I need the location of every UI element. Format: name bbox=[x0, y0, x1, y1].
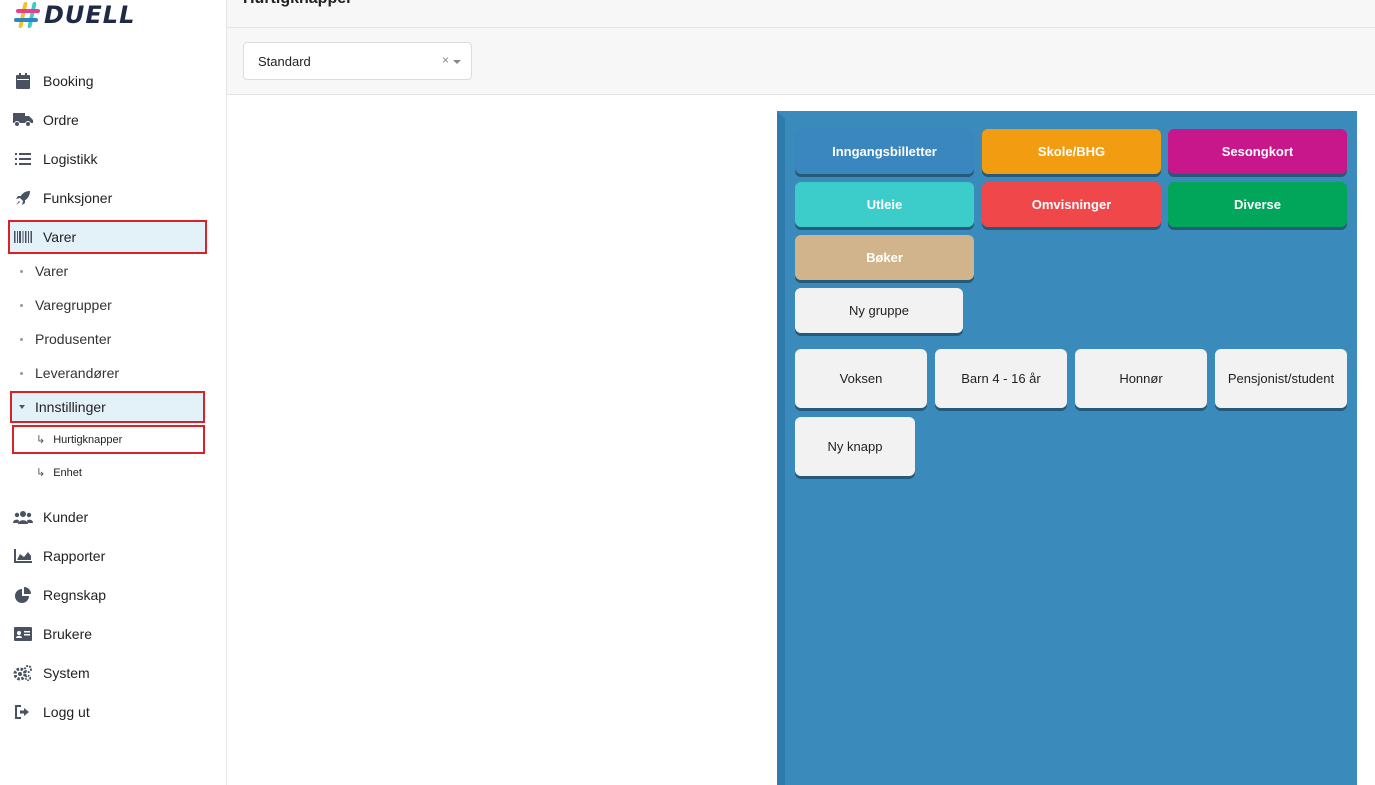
sidebar-leaf-enhet[interactable]: ↳ Enhet bbox=[12, 458, 205, 487]
group-button-utleie[interactable]: Utleie bbox=[795, 182, 974, 227]
logout-icon bbox=[13, 702, 33, 722]
sidebar-item-ordre[interactable]: Ordre bbox=[8, 103, 207, 137]
sidebar-item-label: Brukere bbox=[43, 626, 93, 642]
quick-button-barn[interactable]: Barn 4 - 16 år bbox=[935, 349, 1067, 408]
truck-icon bbox=[13, 110, 33, 130]
sidebar-item-varer[interactable]: Varer bbox=[8, 220, 207, 254]
sidebar-subitem-varer[interactable]: Varer bbox=[20, 263, 68, 279]
sidebar-item-rapporter[interactable]: Rapporter bbox=[8, 539, 207, 573]
cogs-icon bbox=[13, 663, 33, 683]
sidebar-item-label: Varer bbox=[43, 229, 77, 245]
quick-button-pensjonist-student[interactable]: Pensjonist/student bbox=[1215, 349, 1347, 408]
sidebar-item-label: Ordre bbox=[43, 112, 79, 128]
bullet-icon bbox=[20, 269, 23, 273]
sidebar-item-label: Regnskap bbox=[43, 587, 107, 603]
chart-icon bbox=[13, 546, 33, 566]
sidebar-item-logg-ut[interactable]: Logg ut bbox=[8, 695, 207, 729]
corner-arrow-icon: ↳ bbox=[36, 434, 46, 446]
quick-button-honnor[interactable]: Honnør bbox=[1075, 349, 1207, 408]
sidebar-item-label: Kunder bbox=[43, 509, 89, 525]
group-button-diverse[interactable]: Diverse bbox=[1168, 182, 1347, 227]
id-card-icon bbox=[13, 624, 33, 644]
sidebar-item-booking[interactable]: Booking bbox=[8, 64, 207, 98]
sidebar-item-label: System bbox=[43, 665, 90, 681]
quick-button-voksen[interactable]: Voksen bbox=[795, 349, 927, 408]
sidebar-subitem-varegrupper[interactable]: Varegrupper bbox=[20, 297, 112, 313]
page-title: Hurtigknapper bbox=[243, 0, 352, 8]
calendar-icon bbox=[13, 71, 33, 91]
bullet-icon bbox=[20, 303, 23, 307]
sidebar-item-funksjoner[interactable]: Funksjoner bbox=[8, 181, 207, 215]
list-icon bbox=[13, 149, 33, 169]
sidebar-item-label: Rapporter bbox=[43, 548, 106, 564]
sidebar-item-label: Funksjoner bbox=[43, 190, 113, 206]
sidebar-subitem-leverandorer[interactable]: Leverandører bbox=[20, 365, 119, 381]
sidebar-item-logistikk[interactable]: Logistikk bbox=[8, 142, 207, 176]
users-icon bbox=[13, 507, 33, 527]
quickbutton-panel: Inngangsbilletter Skole/BHG Sesongkort U… bbox=[777, 111, 1357, 785]
sidebar: DUELL Booking Ordre Logistikk Funksjoner… bbox=[0, 0, 227, 785]
logo[interactable]: DUELL bbox=[14, 0, 135, 32]
new-button-button[interactable]: Ny knapp bbox=[795, 417, 915, 476]
divider bbox=[227, 27, 1375, 28]
sidebar-leaf-hurtigknapper[interactable]: ↳ Hurtigknapper bbox=[12, 425, 205, 454]
group-button-sesongkort[interactable]: Sesongkort bbox=[1168, 129, 1347, 174]
sidebar-item-brukere[interactable]: Brukere bbox=[8, 617, 207, 651]
sidebar-subitem-produsenter[interactable]: Produsenter bbox=[20, 331, 111, 347]
sidebar-item-label: Booking bbox=[43, 73, 94, 89]
clear-icon[interactable]: × bbox=[442, 53, 449, 67]
chevron-down-icon[interactable] bbox=[453, 60, 461, 64]
corner-arrow-icon: ↳ bbox=[36, 467, 46, 479]
caret-down-icon bbox=[19, 405, 25, 409]
group-button-skole-bhg[interactable]: Skole/BHG bbox=[982, 129, 1161, 174]
group-button-boker[interactable]: Bøker bbox=[795, 235, 974, 280]
sidebar-item-kunder[interactable]: Kunder bbox=[8, 500, 207, 534]
new-group-button[interactable]: Ny gruppe bbox=[795, 288, 963, 333]
sidebar-subitem-innstillinger[interactable]: Innstillinger bbox=[10, 391, 205, 423]
sidebar-item-regnskap[interactable]: Regnskap bbox=[8, 578, 207, 612]
quickbutton-set-select[interactable]: Standard × bbox=[243, 42, 472, 80]
group-button-omvisninger[interactable]: Omvisninger bbox=[982, 182, 1161, 227]
rocket-icon bbox=[13, 188, 33, 208]
select-value: Standard bbox=[258, 53, 311, 69]
sidebar-item-label: Logg ut bbox=[43, 704, 90, 720]
pie-chart-icon bbox=[13, 585, 33, 605]
sidebar-item-label: Logistikk bbox=[43, 151, 98, 167]
sidebar-item-system[interactable]: System bbox=[8, 656, 207, 690]
barcode-icon bbox=[13, 227, 33, 247]
bullet-icon bbox=[20, 337, 23, 341]
group-button-inngangsbilletter[interactable]: Inngangsbilletter bbox=[795, 129, 974, 174]
hashtag-logo-icon bbox=[14, 0, 42, 30]
page-header: Hurtigknapper Standard × bbox=[227, 0, 1375, 95]
brand-name: DUELL bbox=[44, 1, 136, 29]
bullet-icon bbox=[20, 371, 23, 375]
